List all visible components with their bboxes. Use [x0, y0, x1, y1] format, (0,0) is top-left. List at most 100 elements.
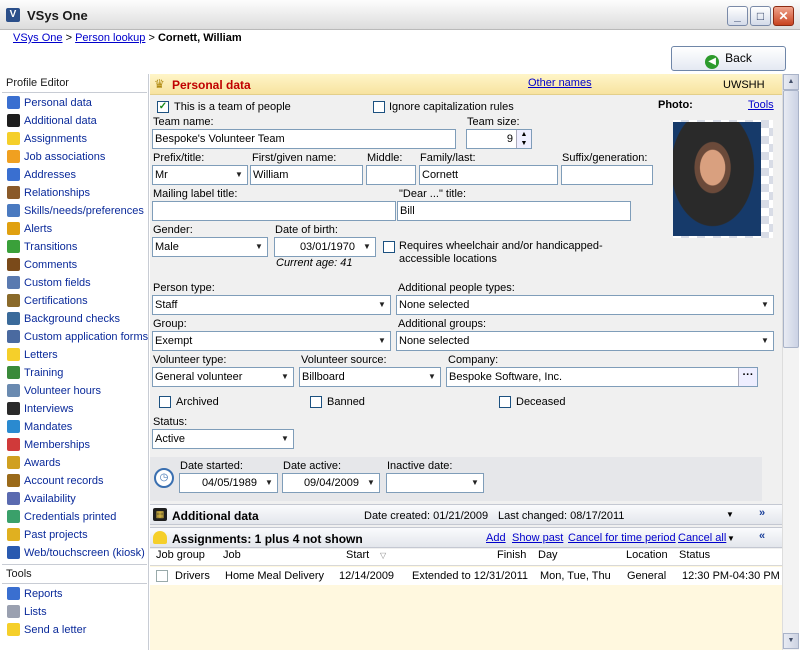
cancel-all-link[interactable]: Cancel all	[678, 532, 726, 544]
volunteer-type-select[interactable]: General volunteer ▼	[152, 367, 294, 387]
cancel-period-link[interactable]: Cancel for time period	[568, 532, 676, 544]
photo-tools-link[interactable]: Tools	[748, 99, 774, 111]
middle-name-input[interactable]	[366, 165, 416, 185]
mailing-label-input[interactable]	[152, 201, 396, 221]
sidebar-item-addresses[interactable]: Addresses	[7, 167, 76, 185]
close-button[interactable]: ✕	[773, 6, 794, 26]
row-checkbox[interactable]	[156, 570, 168, 582]
other-names-link[interactable]: Other names	[528, 77, 592, 89]
person-type-select[interactable]: Staff ▼	[152, 295, 391, 315]
show-past-link[interactable]: Show past	[512, 532, 563, 544]
sidebar-item-label: Background checks	[24, 313, 120, 325]
column-header[interactable]: Start	[346, 549, 369, 561]
add-assignment-link[interactable]: Add	[486, 532, 506, 544]
sidebar-divider	[2, 583, 147, 584]
sidebar-tool-send-a-letter[interactable]: Send a letter	[7, 622, 86, 640]
banned-checkbox[interactable]	[310, 396, 322, 408]
table-row[interactable]: Drivers Home Meal Delivery 12/14/2009 Ex…	[150, 567, 782, 585]
prefix-select[interactable]: Mr ▼	[152, 165, 248, 185]
volunteer-source-select[interactable]: Billboard ▼	[299, 367, 441, 387]
last-name-input[interactable]: Cornett	[419, 165, 558, 185]
sidebar-tool-lists[interactable]: Lists	[7, 604, 47, 622]
column-header[interactable]: Job group	[156, 549, 205, 561]
sidebar-item-mandates[interactable]: Mandates	[7, 419, 72, 437]
sidebar-item-personal-data[interactable]: Personal data	[7, 95, 92, 113]
sidebar-item-letters[interactable]: Letters	[7, 347, 58, 365]
gender-value: Male	[155, 241, 179, 253]
column-header[interactable]: Job	[223, 549, 241, 561]
sidebar-item-additional-data[interactable]: Additional data	[7, 113, 97, 131]
sidebar-item-memberships[interactable]: Memberships	[7, 437, 90, 455]
sidebar-tool-reports[interactable]: Reports	[7, 586, 63, 604]
scroll-up-button[interactable]: ▲	[783, 74, 799, 90]
inactive-date-picker[interactable]: ▼	[386, 473, 484, 493]
sidebar-item-label: Awards	[24, 457, 61, 469]
wheelchair-checkbox[interactable]	[383, 241, 395, 253]
scroll-down-button[interactable]: ▼	[783, 633, 799, 649]
chevron-down-icon[interactable]: ▼	[727, 534, 735, 543]
sidebar-item-credentials-printed[interactable]: Credentials printed	[7, 509, 116, 527]
gender-select[interactable]: Male ▼	[152, 237, 268, 257]
column-header[interactable]: Status	[679, 549, 710, 561]
collapse-icon[interactable]: «	[759, 530, 765, 542]
column-header[interactable]: Finish	[497, 549, 526, 561]
sidebar-item-background-checks[interactable]: Background checks	[7, 311, 120, 329]
sidebar-item-training[interactable]: Training	[7, 365, 63, 383]
sidebar-item-web-touchscreen-kiosk[interactable]: Web/touchscreen (kiosk)	[7, 545, 145, 563]
dob-picker[interactable]: 03/01/1970 ▼	[274, 237, 376, 257]
expand-icon[interactable]: »	[759, 507, 765, 519]
sidebar-item-interviews[interactable]: Interviews	[7, 401, 74, 419]
additional-types-select[interactable]: None selected ▼	[396, 295, 774, 315]
back-button[interactable]: ◀ Back	[671, 46, 786, 71]
team-name-input[interactable]: Bespoke's Volunteer Team	[152, 129, 456, 149]
breadcrumb-lookup-link[interactable]: Person lookup	[75, 32, 145, 44]
chevron-down-icon: ▼	[265, 478, 273, 487]
additional-groups-select[interactable]: None selected ▼	[396, 331, 774, 351]
suffix-input[interactable]	[561, 165, 653, 185]
sidebar-item-alerts[interactable]: Alerts	[7, 221, 52, 239]
scroll-thumb[interactable]	[783, 90, 799, 348]
maximize-button[interactable]: □	[750, 6, 771, 26]
sidebar-item-certifications[interactable]: Certifications	[7, 293, 88, 311]
date-started-picker[interactable]: 04/05/1989 ▼	[179, 473, 278, 493]
deceased-checkbox[interactable]	[499, 396, 511, 408]
chevron-down-icon: ▼	[471, 478, 479, 487]
company-label: Company:	[448, 354, 499, 366]
archived-checkbox[interactable]	[159, 396, 171, 408]
team-size-stepper[interactable]: ▲ ▼	[516, 130, 531, 148]
team-checkbox[interactable]: ✓	[157, 101, 169, 113]
sidebar-item-job-associations[interactable]: Job associations	[7, 149, 105, 167]
status-select[interactable]: Active ▼	[152, 429, 294, 449]
sidebar-item-transitions[interactable]: Transitions	[7, 239, 77, 257]
sidebar-item-relationships[interactable]: Relationships	[7, 185, 90, 203]
sidebar-item-comments[interactable]: Comments	[7, 257, 77, 275]
company-input[interactable]: Bespoke Software, Inc.	[446, 367, 758, 387]
date-active-picker[interactable]: 09/04/2009 ▼	[282, 473, 380, 493]
date-started-value: 04/05/1989	[201, 477, 257, 489]
column-header[interactable]: Location	[626, 549, 668, 561]
sidebar-item-past-projects[interactable]: Past projects	[7, 527, 88, 545]
chevron-down-icon[interactable]: ▼	[726, 510, 734, 519]
sidebar-item-availability[interactable]: Availability	[7, 491, 76, 509]
vertical-scrollbar[interactable]: ▲ ▼	[782, 74, 799, 650]
dear-title-input[interactable]: Bill	[397, 201, 631, 221]
company-lookup-button[interactable]: ···	[738, 368, 757, 386]
sidebar-item-volunteer-hours[interactable]: Volunteer hours	[7, 383, 101, 401]
group-select[interactable]: Exempt ▼	[152, 331, 391, 351]
minimize-button[interactable]: _	[727, 6, 748, 26]
ignore-caps-checkbox[interactable]	[373, 101, 385, 113]
sidebar-item-awards[interactable]: Awards	[7, 455, 60, 473]
sidebar-item-assignments[interactable]: Assignments	[7, 131, 87, 149]
group-label: Group:	[153, 318, 187, 330]
person-photo[interactable]	[673, 122, 761, 236]
chevron-down-icon: ▼	[378, 336, 386, 345]
cell-finish: Extended to 12/31/2011	[412, 570, 529, 582]
breadcrumb-root-link[interactable]: VSys One	[13, 32, 63, 44]
first-name-input[interactable]: William	[250, 165, 363, 185]
sidebar-item-skills-needs-preferences[interactable]: Skills/needs/preferences	[7, 203, 144, 221]
sidebar-item-custom-application-forms[interactable]: Custom application forms	[7, 329, 148, 347]
sidebar-item-account-records[interactable]: Account records	[7, 473, 103, 491]
sidebar-item-custom-fields[interactable]: Custom fields	[7, 275, 91, 293]
additional-data-bar[interactable]: ▦ Additional data Date created: 01/21/20…	[150, 504, 782, 525]
column-header[interactable]: Day	[538, 549, 558, 561]
